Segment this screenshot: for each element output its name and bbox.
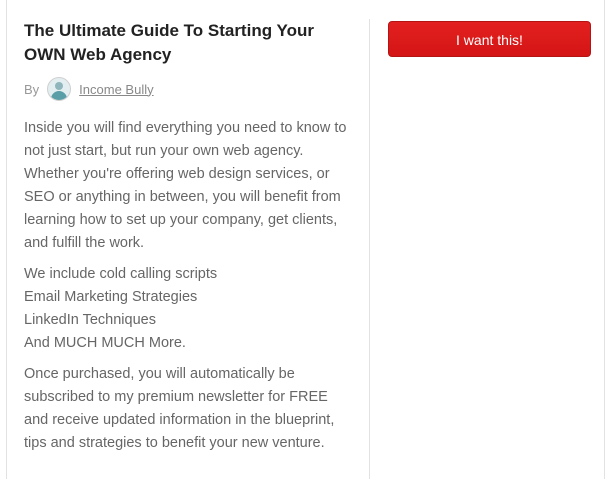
product-title: The Ultimate Guide To Starting Your OWN … <box>24 19 354 67</box>
by-label: By <box>24 81 40 97</box>
author-link[interactable]: Income Bully <box>79 82 153 97</box>
product-main: The Ultimate Guide To Starting Your OWN … <box>24 19 354 463</box>
product-title-line1: The Ultimate Guide To Starting Your <box>24 21 314 40</box>
description-paragraph-3: Once purchased, you will automatically b… <box>24 366 335 451</box>
description-list-item: LinkedIn Techniques <box>24 312 156 328</box>
description-list-item: Email Marketing Strategies <box>24 289 198 305</box>
avatar-head-shape <box>55 82 64 90</box>
left-border <box>6 0 7 479</box>
product-description: Inside you will find everything you need… <box>24 117 354 455</box>
column-divider <box>369 19 370 479</box>
product-title-line2: OWN Web Agency <box>24 45 172 64</box>
buy-button[interactable]: I want this! <box>388 21 591 57</box>
description-list-item: We include cold calling scripts <box>24 266 218 282</box>
avatar-body-shape <box>51 91 68 100</box>
description-list: We include cold calling scripts Email Ma… <box>24 263 354 355</box>
description-paragraph-1: Inside you will find everything you need… <box>24 120 347 251</box>
description-list-item: And MUCH MUCH More. <box>24 335 186 351</box>
author-row: By Income Bully <box>24 75 354 103</box>
author-avatar[interactable] <box>47 77 72 101</box>
